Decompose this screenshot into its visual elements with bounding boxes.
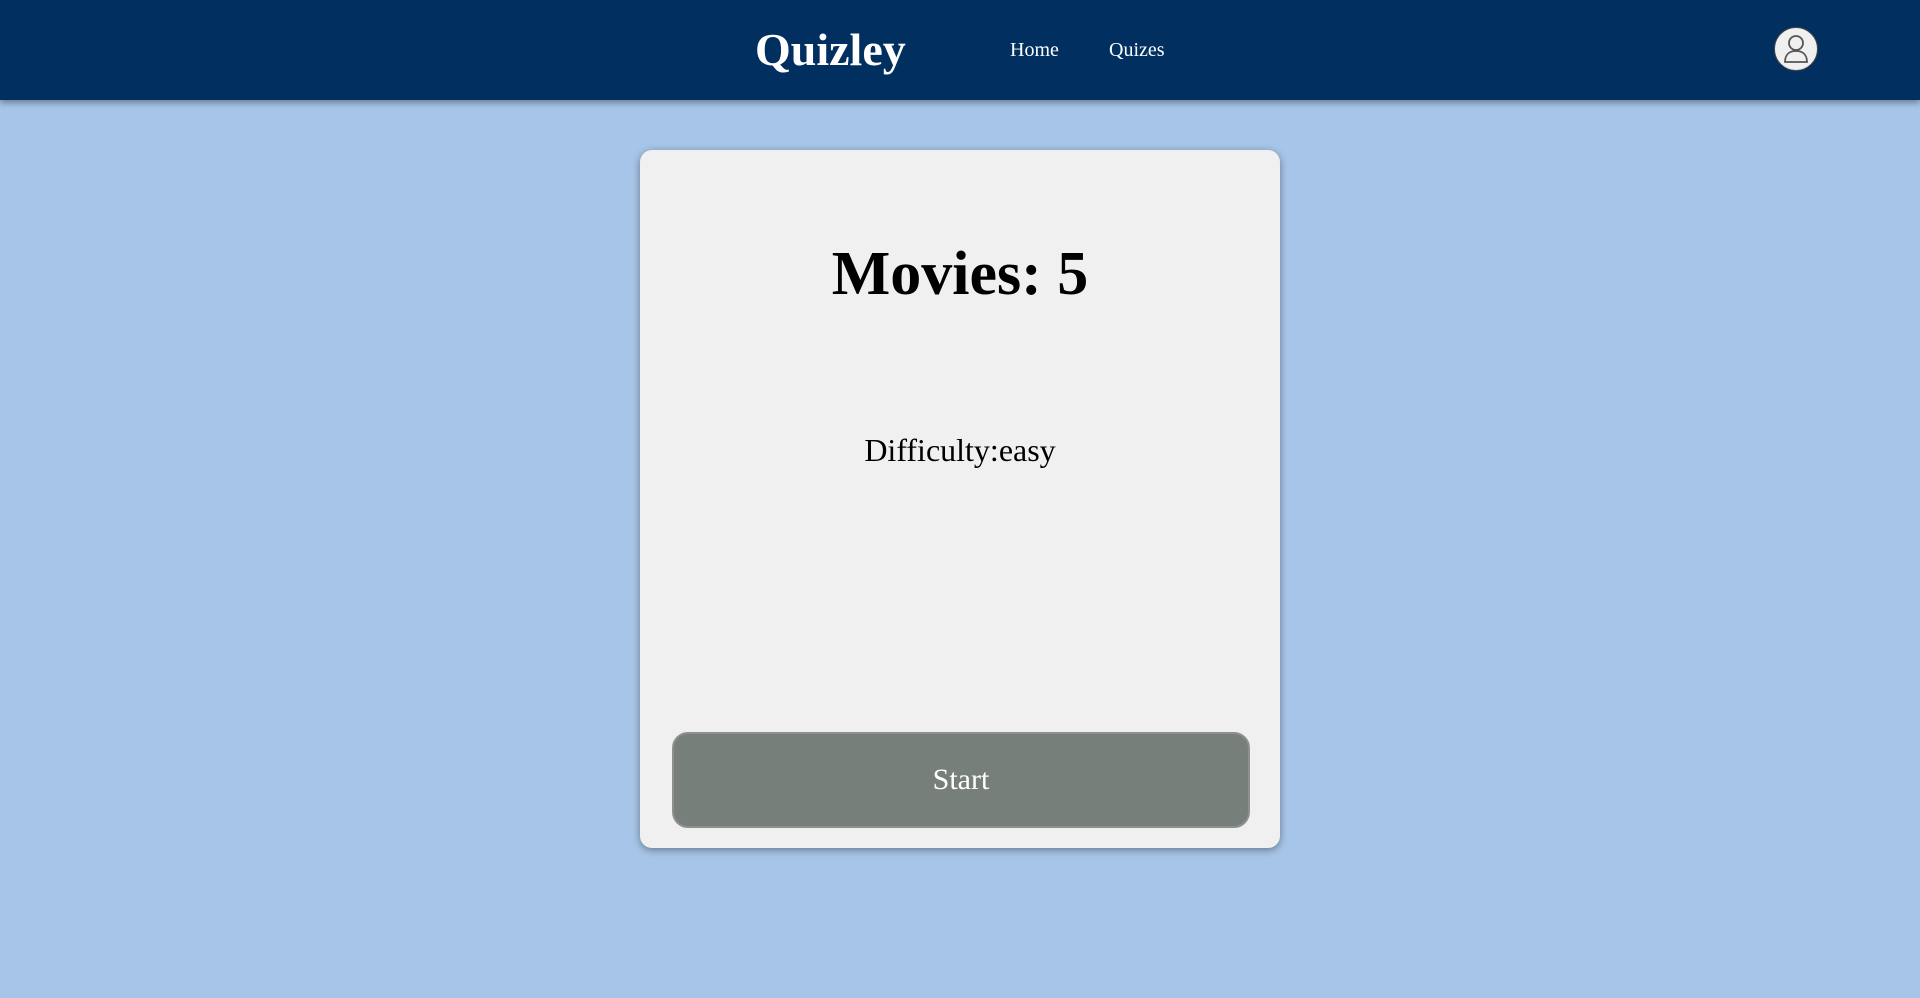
brand-logo[interactable]: Quizley [755,22,906,78]
start-quiz-button[interactable]: Start [672,732,1250,828]
top-navigation-bar: Quizley Home Quizes [0,0,1920,100]
nav-link-home[interactable]: Home [1010,38,1059,62]
user-avatar-button[interactable] [1774,27,1818,71]
nav-link-quizes[interactable]: Quizes [1109,38,1165,62]
user-icon [1784,35,1808,63]
quiz-card: Movies: 5 Difficulty:easy Start [640,150,1280,848]
quiz-title: Movies: 5 [831,240,1089,308]
quiz-difficulty: Difficulty:easy [864,432,1056,468]
